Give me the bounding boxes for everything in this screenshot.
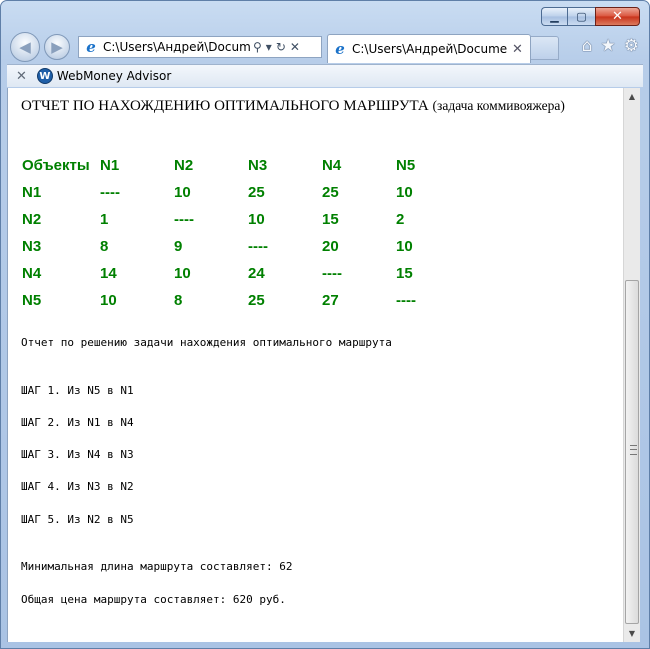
table-cell: 15 — [396, 265, 413, 282]
table-header-cell: N4 — [322, 157, 342, 174]
table-header-cell: N1 — [100, 157, 120, 174]
table-cell: 10 — [396, 238, 413, 255]
table-cell: 14 — [100, 265, 117, 282]
command-icons: ⌂ ★ ⚙ — [582, 36, 639, 56]
step-line: ШАГ 3. Из N4 в N3 — [21, 448, 134, 461]
back-button[interactable]: ◀ — [10, 32, 40, 62]
table-cell: 24 — [248, 265, 265, 282]
table-header-cell: N3 — [248, 157, 268, 174]
forward-arrow-icon: ▶ — [51, 38, 63, 56]
table-cell: ---- — [322, 265, 342, 282]
table-header-cell: N5 — [396, 157, 416, 174]
table-cell: 15 — [322, 211, 339, 228]
table-header-cell: N2 — [174, 157, 194, 174]
report-title-main: ОТЧЕТ ПО НАХОЖДЕНИЮ ОПТИМАЛЬНОГО МАРШРУТ… — [21, 98, 429, 114]
table-header-cell: Объекты — [22, 157, 90, 174]
refresh-icon[interactable]: ↻ — [276, 40, 286, 54]
table-cell: 25 — [322, 184, 339, 201]
table-cell: N4 — [22, 265, 42, 282]
home-icon[interactable]: ⌂ — [582, 36, 593, 56]
scroll-down-arrow-icon[interactable]: ▼ — [624, 625, 640, 642]
scroll-up-arrow-icon[interactable]: ▲ — [624, 88, 640, 105]
page-content: ОТЧЕТ ПО НАХОЖДЕНИЮ ОПТИМАЛЬНОГО МАРШРУТ… — [7, 88, 624, 642]
browser-tab[interactable]: e C:\Users\Андрей\Docume... ✕ — [327, 34, 531, 63]
table-cell: ---- — [396, 292, 416, 309]
table-cell: 1 — [100, 211, 109, 228]
table-cell: 2 — [396, 211, 405, 228]
address-bar[interactable]: e C:\Users\Андрей\Documer ⚲ ▾ ↻ ✕ — [78, 36, 322, 58]
navigation-bar: ◀ ▶ e C:\Users\Андрей\Documer ⚲ ▾ ↻ ✕ e … — [7, 32, 643, 63]
table-cell: 25 — [248, 292, 265, 309]
table-cell: 10 — [174, 265, 191, 282]
report-title-sub: (задача коммивояжера) — [432, 98, 565, 113]
tab-title: C:\Users\Андрей\Docume... — [352, 42, 508, 56]
scroll-grip-icon — [630, 445, 637, 455]
table-cell: 9 — [174, 238, 183, 255]
address-text[interactable]: C:\Users\Андрей\Documer — [103, 40, 251, 54]
new-tab-button[interactable] — [531, 36, 559, 60]
table-row: N2 1 ---- 10 15 2 — [22, 206, 470, 233]
table-header-row: Объекты N1 N2 N3 N4 N5 — [22, 152, 470, 179]
table-cell: 27 — [322, 292, 339, 309]
table-row: N4 14 10 24 ---- 15 — [22, 260, 470, 287]
distance-matrix: Объекты N1 N2 N3 N4 N5 N1 ---- 10 25 25 … — [22, 152, 470, 314]
vertical-scrollbar[interactable]: ▲ ▼ — [623, 88, 640, 642]
table-row: N1 ---- 10 25 25 10 — [22, 179, 470, 206]
report-title: ОТЧЕТ ПО НАХОЖДЕНИЮ ОПТИМАЛЬНОГО МАРШРУТ… — [21, 98, 565, 115]
table-cell: N1 — [22, 184, 42, 201]
total-price-text: Общая цена маршрута составляет: 620 руб. — [21, 593, 286, 606]
close-window-button[interactable]: ✕ — [595, 7, 640, 26]
webmoney-logo-icon: W — [36, 68, 53, 84]
table-cell: 8 — [174, 292, 183, 309]
table-cell: ---- — [174, 211, 194, 228]
table-cell: ---- — [100, 184, 120, 201]
step-line: ШАГ 5. Из N2 в N5 — [21, 513, 134, 526]
min-length-text: Минимальная длина маршрута составляет: 6… — [21, 560, 293, 573]
table-cell: 10 — [174, 184, 191, 201]
table-cell: 20 — [322, 238, 339, 255]
maximize-button[interactable]: ▢ — [567, 7, 595, 26]
table-row: N3 8 9 ---- 20 10 — [22, 233, 470, 260]
table-cell: 10 — [248, 211, 265, 228]
search-icon[interactable]: ⚲ — [253, 40, 262, 54]
step-line: ШАГ 1. Из N5 в N1 — [21, 384, 134, 397]
table-cell: N5 — [22, 292, 42, 309]
forward-button[interactable]: ▶ — [44, 34, 70, 60]
table-cell: 10 — [396, 184, 413, 201]
ie-logo-icon: e — [86, 38, 96, 56]
close-icon[interactable]: ✕ — [290, 40, 300, 54]
toolbar-label[interactable]: WebMoney Advisor — [57, 69, 171, 83]
favorites-star-icon[interactable]: ★ — [601, 36, 616, 56]
table-cell: 10 — [100, 292, 117, 309]
step-line: ШАГ 4. Из N3 в N2 — [21, 480, 134, 493]
back-arrow-icon: ◀ — [19, 38, 31, 56]
tab-close-icon[interactable]: ✕ — [512, 42, 523, 57]
caption-buttons: ▁ ▢ ✕ — [541, 7, 640, 26]
settings-gear-icon[interactable]: ⚙ — [624, 36, 639, 56]
table-cell: N2 — [22, 211, 42, 228]
ie-logo-icon: e — [335, 40, 345, 58]
minimize-button[interactable]: ▁ — [541, 7, 567, 26]
browser-window: ▁ ▢ ✕ ◀ ▶ e C:\Users\Андрей\Documer ⚲ ▾ … — [0, 0, 650, 649]
solution-heading: Отчет по решению задачи нахождения оптим… — [21, 336, 392, 349]
step-line: ШАГ 2. Из N1 в N4 — [21, 416, 134, 429]
table-cell: 25 — [248, 184, 265, 201]
table-row: N5 10 8 25 27 ---- — [22, 287, 470, 314]
toolbar-close-icon[interactable]: ✕ — [16, 69, 27, 84]
table-cell: ---- — [248, 238, 268, 255]
webmoney-toolbar: ✕ W WebMoney Advisor — [7, 64, 643, 87]
table-cell: 8 — [100, 238, 109, 255]
table-cell: N3 — [22, 238, 42, 255]
dropdown-icon[interactable]: ▾ — [266, 40, 272, 54]
scrollbar-thumb[interactable] — [625, 280, 639, 624]
